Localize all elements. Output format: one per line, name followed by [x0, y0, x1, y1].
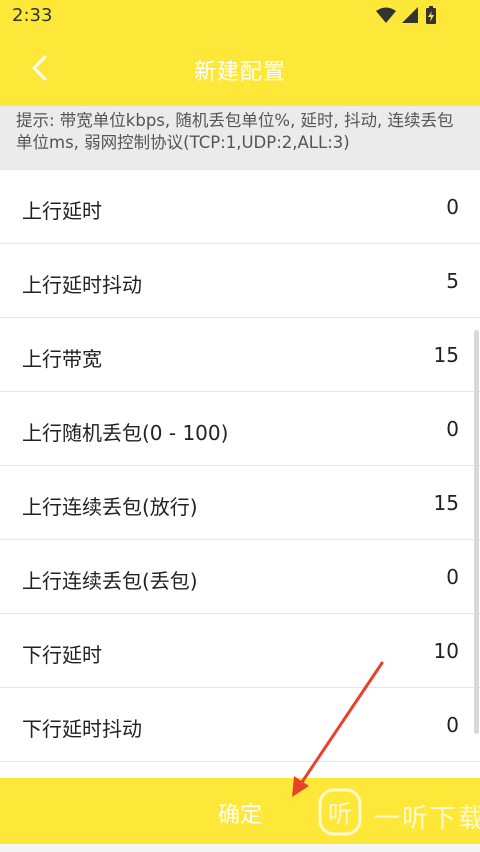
setting-value[interactable]: 0: [446, 417, 459, 441]
battery-charging-icon: [426, 6, 436, 24]
settings-list[interactable]: 上行延时 0 上行延时抖动 5 上行带宽 15 上行随机丢包(0 - 100) …: [0, 170, 480, 778]
status-time: 2:33: [12, 5, 53, 26]
setting-row-downlink-delay[interactable]: 下行延时 10: [0, 614, 480, 688]
setting-value[interactable]: 0: [446, 195, 459, 219]
setting-row-uplink-bandwidth[interactable]: 上行带宽 15: [0, 318, 480, 392]
setting-label: 上行随机丢包(0 - 100): [22, 421, 229, 445]
status-bar: 2:33: [0, 0, 480, 32]
setting-row-uplink-delay[interactable]: 上行延时 0: [0, 170, 480, 244]
setting-row-downlink-jitter[interactable]: 下行延时抖动 0: [0, 688, 480, 762]
hint-banner: 提示: 带宽单位kbps, 随机丢包单位%, 延时, 抖动, 连续丢包单位ms,…: [0, 106, 480, 170]
setting-value[interactable]: 0: [446, 713, 459, 737]
svg-text:听: 听: [328, 800, 352, 828]
setting-label: 上行连续丢包(放行): [22, 495, 198, 519]
setting-label: 上行带宽: [22, 347, 102, 371]
list-scrollbar[interactable]: [474, 330, 479, 734]
hint-text: 提示: 带宽单位kbps, 随机丢包单位%, 延时, 抖动, 连续丢包单位ms,…: [16, 111, 454, 152]
setting-value[interactable]: 10: [434, 639, 459, 663]
watermark-text: 一听下载: [374, 804, 480, 834]
setting-row-uplink-random-loss[interactable]: 上行随机丢包(0 - 100) 0: [0, 392, 480, 466]
setting-value[interactable]: 5: [446, 269, 459, 293]
setting-value[interactable]: 0: [446, 565, 459, 589]
setting-label: 上行连续丢包(丢包): [22, 569, 198, 593]
setting-value[interactable]: 15: [434, 491, 459, 515]
setting-label: 上行延时: [22, 199, 102, 223]
app-bar: 新建配置: [0, 32, 480, 106]
wifi-icon: [376, 7, 396, 23]
setting-label: 下行延时: [22, 643, 102, 667]
setting-label: 上行延时抖动: [22, 273, 142, 297]
setting-row-uplink-burst-pass[interactable]: 上行连续丢包(放行) 15: [0, 466, 480, 540]
setting-row-uplink-jitter[interactable]: 上行延时抖动 5: [0, 244, 480, 318]
status-icons: [374, 5, 452, 27]
setting-label: 下行延时抖动: [22, 717, 142, 741]
setting-row-uplink-burst-drop[interactable]: 上行连续丢包(丢包) 0: [0, 540, 480, 614]
page-title: 新建配置: [193, 60, 286, 85]
signal-icon: [402, 7, 418, 23]
setting-value[interactable]: 15: [434, 343, 459, 367]
watermark: 听 一听下载: [318, 784, 480, 844]
ting-logo-icon: 听: [318, 788, 362, 836]
bottom-strip: [0, 844, 480, 852]
